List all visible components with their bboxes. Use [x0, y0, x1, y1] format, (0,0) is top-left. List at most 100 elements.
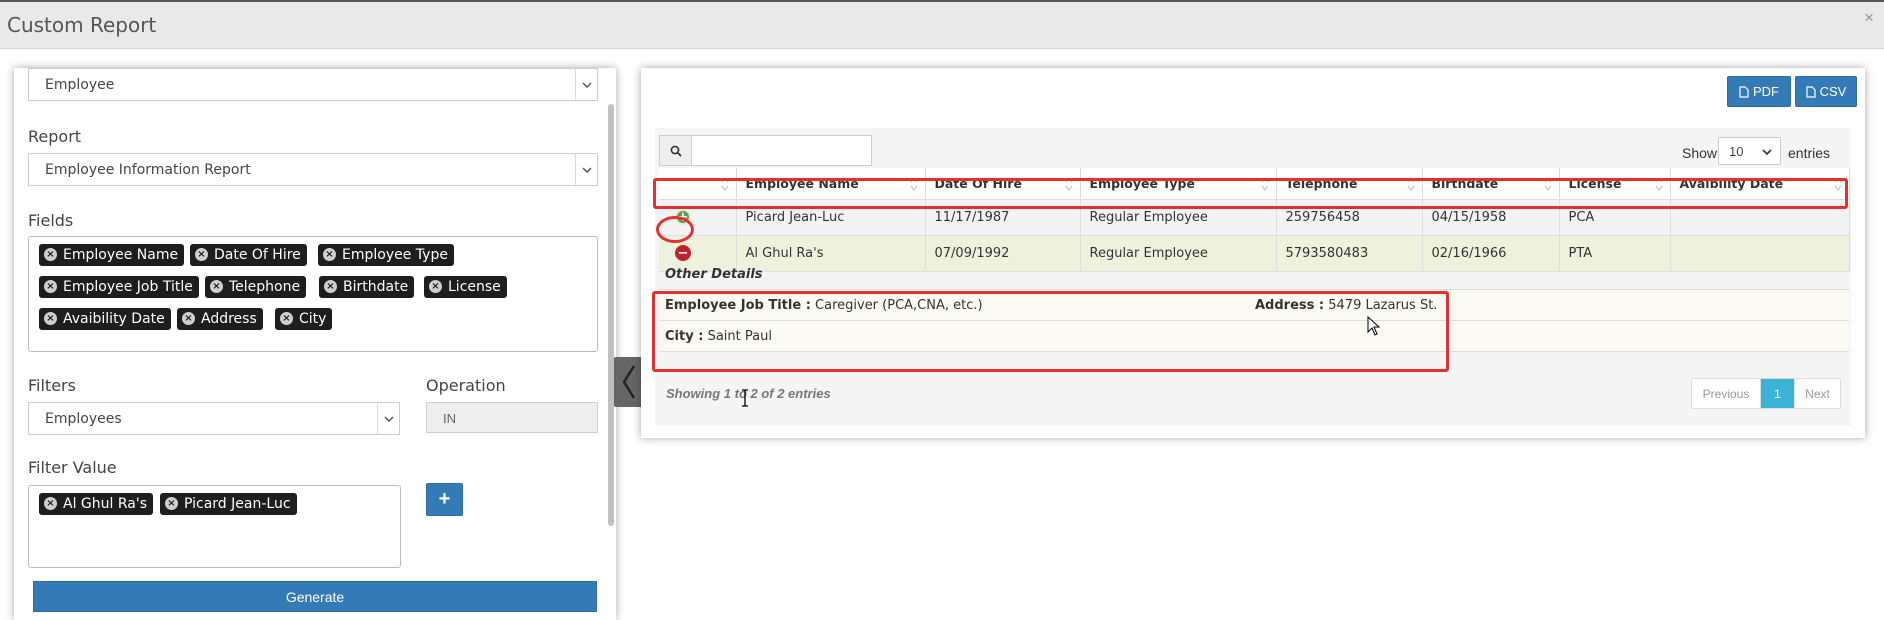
operation-field: IN: [426, 402, 598, 433]
fields-label: Fields: [28, 211, 74, 230]
address-label: Address :: [1255, 298, 1325, 313]
remove-tag-icon[interactable]: ×: [165, 497, 178, 510]
detail-row: City : Saint Paul: [659, 321, 1849, 352]
chevron-down-icon: [575, 154, 597, 185]
sort-icon: [910, 177, 917, 191]
job-title-label: Employee Job Title :: [665, 298, 811, 313]
sort-icon: [721, 177, 728, 191]
remove-tag-icon[interactable]: ×: [210, 280, 223, 293]
report-select[interactable]: Employee Information Report: [28, 153, 598, 186]
sort-icon: [1834, 177, 1841, 191]
field-tag[interactable]: × License: [424, 276, 507, 298]
filter-value-tag[interactable]: × Al Ghul Ra's: [39, 493, 153, 515]
panel-scrollbar[interactable]: [608, 104, 614, 526]
cell-employee-name: Picard Jean-Luc: [736, 199, 926, 236]
sort-icon: [1261, 177, 1268, 191]
column-header-control[interactable]: [659, 168, 737, 200]
remove-tag-icon[interactable]: ×: [44, 312, 57, 325]
field-tag[interactable]: × Employee Name: [39, 244, 185, 266]
collapse-panel-button[interactable]: [614, 357, 644, 407]
cell-employee-type: Regular Employee: [1080, 199, 1277, 236]
sort-icon: [1544, 177, 1551, 191]
chevron-down-icon: [1762, 149, 1772, 155]
sort-icon: [1655, 177, 1662, 191]
field-tag[interactable]: × Employee Type: [318, 244, 454, 266]
column-header-date-of-hire[interactable]: Date Of Hire: [925, 168, 1081, 200]
column-header-employee-type[interactable]: Employee Type: [1080, 168, 1277, 200]
remove-tag-icon[interactable]: ×: [182, 312, 195, 325]
previous-page-button[interactable]: Previous: [1692, 379, 1761, 408]
show-label: Show: [1682, 145, 1718, 161]
category-select-value: Employee: [45, 77, 115, 93]
fields-multiselect[interactable]: × Employee Name × Date Of Hire × Employee T…: [28, 236, 598, 352]
filters-label: Filters: [28, 376, 76, 395]
other-details-title: Other Details: [659, 259, 1849, 290]
chevron-left-icon: [622, 365, 636, 399]
cell-date-of-hire: 11/17/1987: [925, 199, 1081, 236]
remove-tag-icon[interactable]: ×: [280, 312, 293, 325]
search-icon: [659, 135, 692, 166]
filter-value-multiselect[interactable]: × Al Ghul Ra's × Picard Jean-Luc: [28, 485, 401, 568]
filter-value-tag[interactable]: × Picard Jean-Luc: [160, 493, 297, 515]
table-header-row: Employee Name Date Of Hire Employee Type…: [659, 168, 1850, 200]
filters-select[interactable]: Employees: [28, 402, 400, 435]
remove-tag-icon[interactable]: ×: [195, 248, 208, 261]
column-header-birthdate[interactable]: Birthdate: [1422, 168, 1560, 200]
next-page-button[interactable]: Next: [1794, 379, 1840, 408]
remove-tag-icon[interactable]: ×: [429, 280, 442, 293]
table-wrapper: Show 10 entries Employee Name Date Of Hi…: [655, 128, 1851, 426]
table-row: + Picard Jean-Luc 11/17/1987 Regular Emp…: [659, 199, 1850, 236]
remove-tag-icon[interactable]: ×: [44, 280, 57, 293]
cell-license: PCA: [1559, 199, 1671, 236]
field-tag[interactable]: × Address: [177, 308, 263, 330]
operation-label: Operation: [426, 376, 506, 395]
column-header-availability-date[interactable]: Avaibility Date: [1670, 168, 1850, 200]
chevron-down-icon: [377, 403, 399, 434]
window-title: Custom Report: [7, 13, 157, 37]
report-select-value: Employee Information Report: [45, 162, 251, 178]
cell-telephone: 259756458: [1276, 199, 1423, 236]
column-header-employee-name[interactable]: Employee Name: [736, 168, 926, 200]
report-label: Report: [28, 127, 82, 146]
filter-value-label: Filter Value: [28, 458, 117, 477]
field-tag[interactable]: × Employee Job Title: [39, 276, 199, 298]
field-tag[interactable]: × City: [275, 308, 333, 330]
cell-availability-date: [1670, 199, 1850, 236]
field-tag[interactable]: × Birthdate: [319, 276, 415, 298]
csv-button[interactable]: CSV: [1795, 76, 1857, 107]
field-tag[interactable]: × Telephone: [205, 276, 307, 298]
generate-button[interactable]: Generate: [33, 581, 597, 612]
job-title-value: Caregiver (PCA,CNA, etc.): [815, 298, 983, 313]
expand-row-icon[interactable]: +: [675, 209, 691, 225]
report-results-panel: PDF CSV Show 10 entries Employee Name Da: [641, 68, 1865, 438]
entries-label: entries: [1788, 145, 1831, 161]
other-details-section: Other Details Employee Job Title : Careg…: [659, 259, 1849, 352]
field-tag[interactable]: × Avaibility Date: [39, 308, 171, 330]
report-settings-panel: Employee Report Employee Information Rep…: [14, 68, 616, 620]
address-cell: Address : 5479 Lazarus St.: [1255, 298, 1437, 313]
entries-select[interactable]: 10: [1718, 137, 1781, 165]
remove-tag-icon[interactable]: ×: [44, 248, 57, 261]
sort-icon: [1407, 177, 1414, 191]
file-csv-icon: [1806, 85, 1816, 98]
remove-tag-icon[interactable]: ×: [323, 248, 336, 261]
file-pdf-icon: [1739, 85, 1749, 98]
field-tag[interactable]: × Date Of Hire: [190, 244, 307, 266]
table-info: Showing 1 to 2 of 2 entries: [666, 386, 831, 401]
column-header-telephone[interactable]: Telephone: [1276, 168, 1423, 200]
detail-row: Employee Job Title : Caregiver (PCA,CNA,…: [659, 290, 1849, 321]
city-label: City :: [665, 329, 704, 344]
city-value: Saint Paul: [707, 329, 772, 344]
search-input[interactable]: [691, 135, 872, 166]
pdf-button[interactable]: PDF: [1727, 76, 1791, 107]
page-1-button[interactable]: 1: [1761, 379, 1794, 408]
add-filter-button[interactable]: +: [426, 483, 463, 516]
remove-tag-icon[interactable]: ×: [324, 280, 337, 293]
close-icon[interactable]: ×: [1864, 8, 1874, 28]
sort-icon: [1065, 177, 1072, 191]
category-select[interactable]: Employee: [28, 68, 598, 101]
remove-tag-icon[interactable]: ×: [44, 497, 57, 510]
column-header-license[interactable]: License: [1559, 168, 1671, 200]
pagination: Previous 1 Next: [1691, 378, 1841, 409]
address-value: 5479 Lazarus St.: [1328, 298, 1438, 313]
